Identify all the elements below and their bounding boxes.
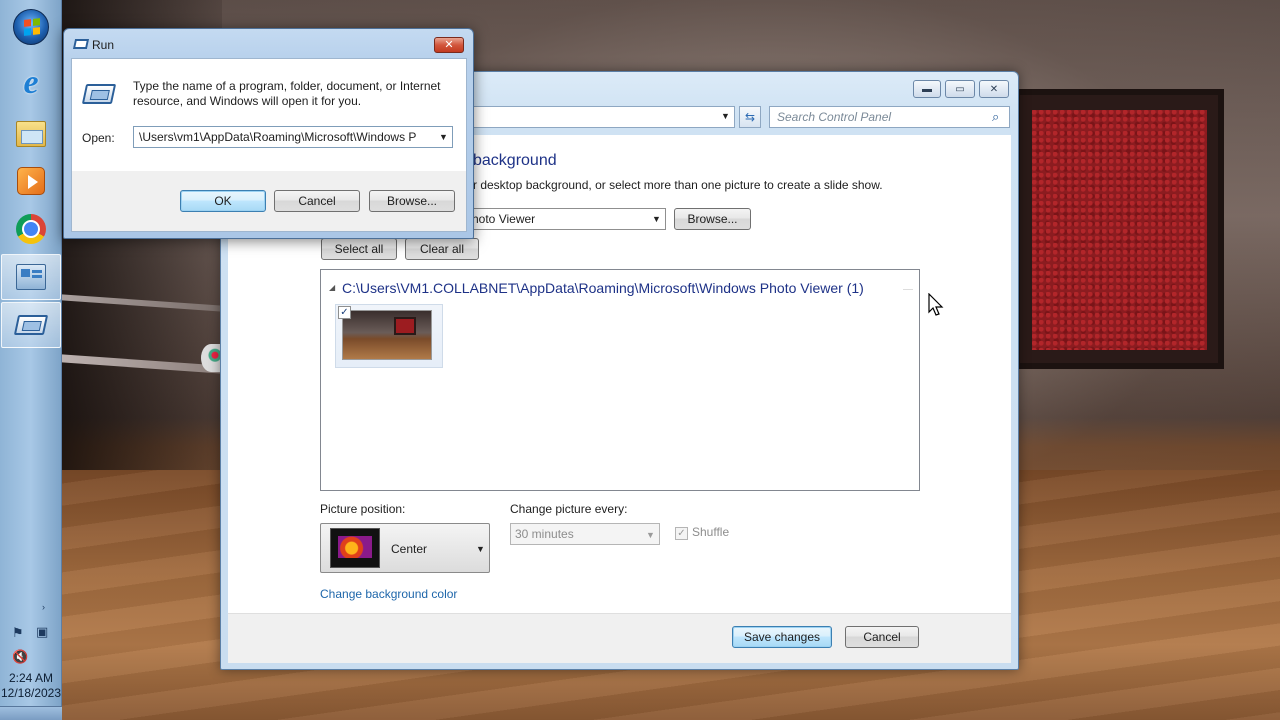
taskbar-google-chrome[interactable] <box>6 208 56 250</box>
wallpaper-red-panel <box>1032 110 1207 350</box>
control-panel-icon <box>16 264 46 290</box>
browse-button[interactable]: Browse... <box>674 208 751 230</box>
chevron-down-icon[interactable]: ▼ <box>652 214 661 224</box>
run-prompt-text: Type the name of a program, folder, docu… <box>133 79 441 108</box>
address-dropdown-icon[interactable]: ▼ <box>721 111 730 121</box>
network-icon[interactable]: ▣ <box>36 624 48 640</box>
windows-orb-icon <box>13 9 49 45</box>
select-all-button[interactable]: Select all <box>321 238 397 260</box>
chevron-down-icon[interactable]: ▼ <box>646 530 655 540</box>
refresh-button[interactable]: ⇆ <box>739 106 761 128</box>
taskbar-windows-explorer[interactable] <box>6 113 56 155</box>
picture-group-header[interactable]: C:\Users\VM1.COLLABNET\AppData\Roaming\M… <box>342 280 864 296</box>
save-changes-button[interactable]: Save changes <box>732 626 832 648</box>
page-title: background <box>473 152 557 169</box>
collapse-group-icon[interactable]: ◢ <box>329 283 335 292</box>
change-interval-select[interactable]: 30 minutes <box>510 523 660 545</box>
run-title-icon <box>72 39 90 49</box>
picture-checkbox[interactable]: ✓ <box>338 306 351 319</box>
ok-button[interactable]: OK <box>180 190 266 212</box>
minimize-button[interactable]: ▬ <box>913 80 941 98</box>
chevron-down-icon[interactable]: ▼ <box>476 544 485 554</box>
folder-icon <box>16 121 46 147</box>
volume-muted-icon[interactable]: 🔇 <box>12 649 28 665</box>
media-player-icon <box>17 167 45 195</box>
chrome-icon <box>16 214 46 244</box>
browse-button[interactable]: Browse... <box>369 190 455 212</box>
desktop-gadget-icon[interactable] <box>201 344 221 372</box>
taskbar: e › ⚑ ▣ 🔇 2:24 AM 12/18/2023 <box>0 0 62 720</box>
system-clock[interactable]: 2:24 AM 12/18/2023 <box>0 671 62 701</box>
shuffle-label: Shuffle <box>692 525 730 539</box>
taskbar-internet-explorer[interactable]: e <box>6 62 56 104</box>
show-desktop-button[interactable] <box>0 706 62 720</box>
position-preview-image <box>338 536 372 558</box>
run-icon <box>13 315 49 335</box>
maximize-button[interactable]: ▭ <box>945 80 975 98</box>
group-divider <box>903 289 913 290</box>
taskbar-run[interactable] <box>1 302 61 348</box>
picture-thumbnail[interactable] <box>342 310 432 360</box>
start-button[interactable] <box>6 6 56 48</box>
action-center-icon[interactable]: ⚑ <box>12 625 24 641</box>
tray-expand-icon[interactable]: › <box>42 602 45 612</box>
open-label: Open: <box>82 131 115 145</box>
refresh-icon: ⇆ <box>744 110 756 124</box>
run-dialog-title: Run <box>92 38 115 52</box>
clock-time: 2:24 AM <box>8 671 54 685</box>
shuffle-checkbox[interactable]: ✓ <box>675 527 688 540</box>
page-instructions: r desktop background, or select more tha… <box>473 178 883 192</box>
run-command-input[interactable]: \Users\vm1\AppData\Roaming\Microsoft\Win… <box>133 126 453 148</box>
picture-list[interactable] <box>320 269 920 491</box>
chevron-down-icon[interactable]: ▼ <box>439 132 448 142</box>
clock-date: 12/18/2023 <box>0 686 62 700</box>
close-button[interactable]: ✕ <box>979 80 1009 98</box>
thumbnail-detail <box>394 317 416 335</box>
run-program-icon <box>81 84 117 104</box>
clear-all-button[interactable]: Clear all <box>405 238 479 260</box>
search-icon[interactable]: ⌕ <box>992 109 999 125</box>
taskbar-control-panel[interactable] <box>1 254 61 300</box>
internet-explorer-icon: e <box>23 64 39 101</box>
picture-position-value: Center <box>391 542 428 556</box>
picture-position-label: Picture position: <box>320 502 406 516</box>
cancel-button[interactable]: Cancel <box>845 626 919 648</box>
change-interval-label: Change picture every: <box>510 502 628 516</box>
change-background-color-link[interactable]: Change background color <box>320 587 457 601</box>
run-close-button[interactable]: ✕ <box>434 37 464 53</box>
search-input[interactable]: Search Control Panel <box>769 106 1010 128</box>
taskbar-media-player[interactable] <box>6 160 56 202</box>
cancel-button[interactable]: Cancel <box>274 190 360 212</box>
picture-location-select[interactable]: hoto Viewer <box>461 208 666 230</box>
